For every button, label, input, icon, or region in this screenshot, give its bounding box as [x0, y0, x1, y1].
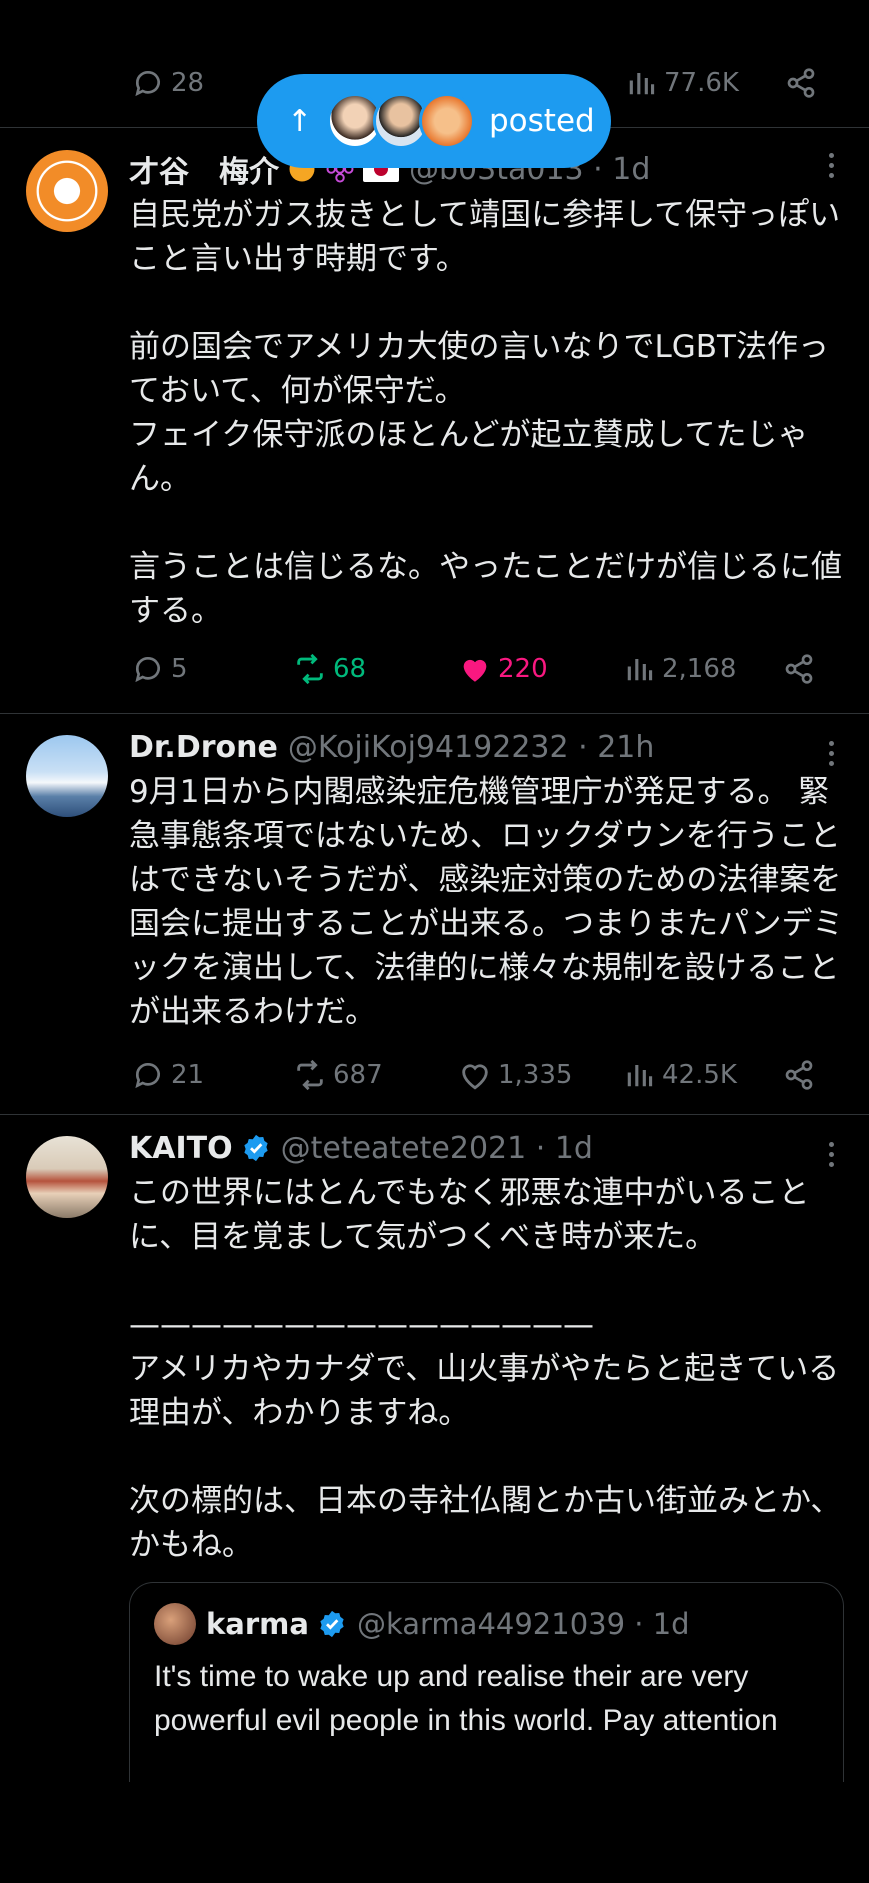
- views-count: 2,168: [662, 654, 737, 684]
- share-button[interactable]: [782, 652, 816, 686]
- views-icon: [622, 652, 656, 686]
- reply-icon: [131, 652, 165, 686]
- like-button[interactable]: 1,335: [458, 1058, 572, 1092]
- retweet-count: 687: [333, 1060, 383, 1090]
- display-name[interactable]: karma: [206, 1607, 309, 1641]
- views-count: 42.5K: [662, 1060, 737, 1090]
- tweet[interactable]: Dr.Drone @KojiKoj94192232 · 21h 9月1日から内閣…: [0, 715, 869, 1115]
- avatar[interactable]: [154, 1603, 196, 1645]
- arrow-up-icon: ↑: [287, 103, 313, 139]
- views-button[interactable]: 77.6K: [624, 66, 739, 100]
- verified-badge-icon: [241, 1133, 271, 1163]
- views-icon: [622, 1058, 656, 1092]
- poster-avatars: [327, 93, 475, 149]
- reply-button[interactable]: 21: [131, 1058, 204, 1092]
- reply-button[interactable]: 28: [131, 66, 204, 100]
- share-button[interactable]: [782, 1058, 816, 1092]
- heart-filled-icon: [458, 652, 492, 686]
- retweet-button[interactable]: 687: [293, 1058, 383, 1092]
- quote-text: It's time to wake up and realise their a…: [154, 1660, 778, 1737]
- handle-timestamp[interactable]: @KojiKoj94192232 · 21h: [288, 730, 655, 765]
- views-button[interactable]: 42.5K: [622, 1058, 737, 1092]
- avatar[interactable]: [26, 735, 108, 817]
- retweet-icon: [293, 1058, 327, 1092]
- share-icon: [782, 1058, 816, 1092]
- retweet-icon: [293, 652, 327, 686]
- retweet-count: 68: [333, 654, 367, 684]
- more-options-icon[interactable]: [829, 153, 839, 178]
- views-count: 77.6K: [664, 68, 739, 98]
- views-button[interactable]: 2,168: [622, 652, 736, 686]
- more-options-icon[interactable]: [829, 1142, 839, 1167]
- tweet-text: 自民党がガス抜きとして靖国に参拝して保守っぽいこと言い出す時期です。 前の国会で…: [129, 197, 842, 629]
- reply-count: 21: [171, 1060, 205, 1090]
- display-name[interactable]: Dr.Drone: [129, 730, 278, 765]
- retweet-button[interactable]: 68: [293, 652, 366, 686]
- avatar: [419, 93, 475, 149]
- tweet-actions: 5 68 220 2,168: [129, 652, 829, 692]
- quoted-tweet[interactable]: karma @karma44921039 · 1d It's time to w…: [129, 1582, 844, 1782]
- tweet[interactable]: 才谷 梅介 @b03ta013 · 1d 自民党がガス抜きとして靖国に参拝して保…: [0, 129, 869, 714]
- tweet-header: KAITO @teteatete2021 · 1d: [129, 1128, 809, 1168]
- reply-count: 5: [171, 654, 188, 684]
- like-button[interactable]: 220: [458, 652, 548, 686]
- share-icon: [782, 652, 816, 686]
- share-button[interactable]: [784, 66, 818, 100]
- tweet-text: この世界にはとんでもなく邪悪な連中がいることに、目を覚まして気がつくべき時が来た…: [129, 1175, 842, 1563]
- like-count: 1,335: [498, 1060, 573, 1090]
- quote-header: karma @karma44921039 · 1d: [154, 1603, 690, 1645]
- avatar[interactable]: [26, 150, 108, 232]
- verified-badge-icon: [317, 1609, 347, 1639]
- views-icon: [624, 66, 658, 100]
- handle-timestamp[interactable]: @karma44921039 · 1d: [357, 1607, 690, 1641]
- display-name[interactable]: KAITO: [129, 1131, 233, 1166]
- handle-timestamp[interactable]: @teteatete2021 · 1d: [281, 1131, 593, 1166]
- display-name[interactable]: 才谷 梅介: [129, 149, 279, 189]
- reply-icon: [131, 66, 165, 100]
- more-options-icon[interactable]: [829, 741, 839, 766]
- tweet-header: Dr.Drone @KojiKoj94192232 · 21h: [129, 727, 809, 767]
- tweet-text: 9月1日から内閣感染症危機管理庁が発足する。 緊急事態条項ではないため、ロックダ…: [129, 774, 844, 1030]
- new-posts-pill[interactable]: ↑ posted: [257, 74, 611, 168]
- reply-icon: [131, 1058, 165, 1092]
- share-icon: [784, 66, 818, 100]
- heart-icon: [458, 1058, 492, 1092]
- like-count: 220: [498, 654, 548, 684]
- avatar[interactable]: [26, 1136, 108, 1218]
- tweet-actions: 21 687 1,335 42.5K: [129, 1058, 829, 1098]
- posted-label: posted: [489, 103, 595, 139]
- reply-button[interactable]: 5: [131, 652, 188, 686]
- reply-count: 28: [171, 68, 205, 98]
